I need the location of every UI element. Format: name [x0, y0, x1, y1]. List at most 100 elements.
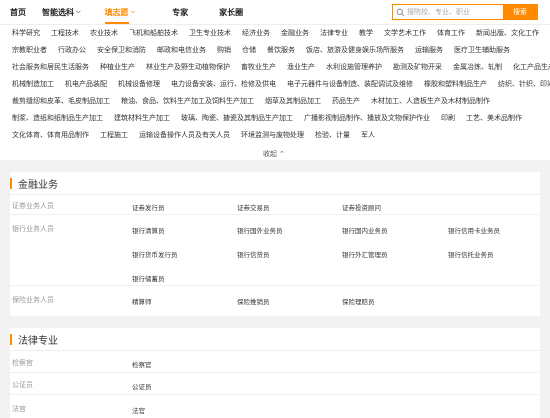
category-item[interactable]: 渔业生产 — [287, 62, 315, 72]
nav-home-label: 首页 — [10, 7, 26, 17]
search-icon — [393, 5, 407, 19]
category-item[interactable]: 科学研究 — [12, 28, 40, 38]
category-item[interactable]: 检验、计量 — [315, 130, 350, 140]
category-item[interactable]: 种植业生产 — [100, 62, 135, 72]
category-item[interactable]: 木材加工、人造板生产及木材制品制作 — [371, 96, 490, 106]
category-item[interactable]: 工艺、美术品制作 — [466, 113, 522, 123]
search-button[interactable]: 搜索 — [503, 5, 537, 19]
nav-experts[interactable]: 专家 — [172, 7, 188, 18]
category-item[interactable]: 橡胶和塑料制品生产 — [424, 79, 487, 89]
category-item[interactable]: 飞机和船舶技术 — [129, 28, 178, 38]
category-item[interactable]: 金融业务 — [281, 28, 309, 38]
divider — [10, 214, 540, 215]
category-item[interactable]: 邮政和电信业务 — [157, 45, 206, 55]
job-link[interactable]: 银行外汇管理员 — [342, 249, 388, 259]
category-item[interactable]: 教学 — [359, 28, 373, 38]
category-item[interactable]: 农业技术 — [90, 28, 118, 38]
category-item[interactable]: 运输设备操作人员及有关人员 — [139, 130, 230, 140]
category-item[interactable]: 广播影视制品制作、播放及文物保护作业 — [304, 113, 430, 123]
category-item[interactable]: 机械设备修理 — [118, 79, 160, 89]
category-item[interactable]: 宗教职业者 — [12, 45, 47, 55]
section-finance: 金融业务 证券业务人员 证券发行员 证券交易员 证券投资顾问 银行业务人员 银行… — [10, 172, 540, 316]
nav-parents-circle[interactable]: 家长圈 — [219, 7, 243, 18]
category-item[interactable]: 勘测及矿物开采 — [393, 62, 442, 72]
category-item[interactable]: 行政办公 — [58, 45, 86, 55]
category-item[interactable]: 医疗卫生辅助服务 — [454, 45, 510, 55]
nav-smart-subject-label: 智能选科 — [42, 7, 74, 17]
job-link[interactable]: 检察官 — [132, 359, 152, 369]
section-law: 法律专业 检察官 检察官 公证员 公证员 法官 法官 — [10, 328, 540, 418]
search-input[interactable] — [407, 5, 503, 19]
nav-experts-label: 专家 — [172, 7, 189, 17]
divider — [10, 394, 540, 395]
category-item[interactable]: 玻璃、陶瓷、搪瓷及其制品生产加工 — [181, 113, 293, 123]
category-item[interactable]: 机械制造加工 — [12, 79, 54, 89]
category-item[interactable]: 纺织、针织、印染 — [498, 79, 550, 89]
category-item[interactable]: 建筑材料生产加工 — [114, 113, 170, 123]
category-item[interactable]: 安全保卫和消防 — [97, 45, 146, 55]
divider — [10, 350, 540, 351]
chevron-down-icon: ⌵ — [130, 8, 136, 15]
category-item[interactable]: 化工产品生产能力 — [513, 62, 550, 72]
category-item[interactable]: 文学艺术工作 — [384, 28, 426, 38]
category-item[interactable]: 运输服务 — [415, 45, 443, 55]
category-item[interactable]: 制浆、造纸和纸制品生产加工 — [12, 113, 103, 123]
nav-home[interactable]: 首页 — [10, 7, 26, 18]
nav-fill-application[interactable]: 填志愿 ⌵ — [104, 7, 136, 24]
category-item[interactable]: 仓储 — [242, 45, 256, 55]
job-link[interactable]: 公证员 — [132, 381, 152, 391]
job-link[interactable]: 银行信托业务员 — [448, 249, 494, 259]
category-item[interactable]: 法律专业 — [320, 28, 348, 38]
group-label: 保险业务人员 — [12, 297, 54, 304]
job-link[interactable]: 保险理赔员 — [342, 296, 375, 306]
category-item[interactable]: 工程技术 — [51, 28, 79, 38]
category-item[interactable]: 电力设备安装、运行、检修及供电 — [171, 79, 276, 89]
job-link[interactable]: 法官 — [132, 405, 145, 415]
category-item[interactable]: 药品生产 — [332, 96, 360, 106]
category-item[interactable]: 烟草及其制品加工 — [265, 96, 321, 106]
category-item[interactable]: 水利设施管理养护 — [326, 62, 382, 72]
group-label: 银行业务人员 — [12, 226, 54, 233]
category-item[interactable]: 工程施工 — [100, 130, 128, 140]
job-link[interactable]: 保险推销员 — [237, 296, 270, 306]
job-link[interactable]: 银行信用卡业务员 — [448, 225, 500, 235]
category-item[interactable]: 畜牧业生产 — [241, 62, 276, 72]
category-item[interactable]: 餐饮服务 — [267, 45, 295, 55]
job-link[interactable]: 银行储蓄员 — [132, 273, 165, 283]
job-link[interactable]: 证券投资顾问 — [342, 202, 381, 212]
divider — [10, 285, 540, 286]
category-item[interactable]: 经济业务 — [242, 28, 270, 38]
category-item[interactable]: 裁剪缝纫和皮革、毛皮制品加工 — [12, 96, 110, 106]
category-item[interactable]: 军人 — [361, 130, 375, 140]
job-link[interactable]: 证券交易员 — [237, 202, 270, 212]
category-row: 制浆、造纸和纸制品生产加工 建筑材料生产加工 玻璃、陶瓷、搪瓷及其制品生产加工 … — [12, 112, 533, 124]
category-item[interactable]: 环境监测与废物处理 — [241, 130, 304, 140]
group-label: 证券业务人员 — [12, 203, 54, 210]
category-row: 裁剪缝纫和皮革、毛皮制品加工 粮油、食品、饮料生产加工及饲料生产加工 烟草及其制… — [12, 95, 501, 107]
category-item[interactable]: 购销 — [217, 45, 231, 55]
category-item[interactable]: 新闻出版、文化工作 — [476, 28, 539, 38]
category-item[interactable]: 卫生专业技术 — [189, 28, 231, 38]
job-link[interactable]: 银行信贷员 — [237, 249, 270, 259]
category-item[interactable]: 林业生产及野生动植物保护 — [146, 62, 230, 72]
job-link[interactable]: 精算师 — [132, 296, 152, 306]
job-link[interactable]: 银行货币发行员 — [132, 249, 178, 259]
chevron-down-icon: ⌵ — [76, 8, 81, 15]
category-item[interactable]: 文化体育、体育用品制作 — [12, 130, 89, 140]
nav-smart-subject[interactable]: 智能选科 ⌵ — [42, 7, 81, 18]
category-item[interactable]: 社会服务和居民生活服务 — [12, 62, 89, 72]
category-item[interactable]: 机电产品装配 — [65, 79, 107, 89]
category-item[interactable]: 体育工作 — [437, 28, 465, 38]
collapse-button[interactable]: 收起 ⌃ — [263, 149, 285, 159]
category-item[interactable]: 金属冶炼、轧制 — [453, 62, 502, 72]
category-row: 宗教职业者 行政办公 安全保卫和消防 邮政和电信业务 购销 仓储 餐饮服务 饭店… — [12, 44, 521, 56]
category-item[interactable]: 电子元器件与设备制造、装配调试及维修 — [287, 79, 413, 89]
category-item[interactable]: 粮油、食品、饮料生产加工及饲料生产加工 — [121, 96, 254, 106]
job-link[interactable]: 证券发行员 — [132, 202, 165, 212]
job-link[interactable]: 银行国内业务员 — [342, 225, 388, 235]
category-item[interactable]: 饭店、旅游及健身娱乐场所服务 — [306, 45, 404, 55]
occupation-category-panel: 科学研究 工程技术 农业技术 飞机和船舶技术 卫生专业技术 经济业务 金融业务 … — [0, 24, 550, 160]
category-item[interactable]: 印刷 — [441, 113, 455, 123]
job-link[interactable]: 银行清算员 — [132, 225, 165, 235]
job-link[interactable]: 银行国外业务员 — [237, 225, 283, 235]
